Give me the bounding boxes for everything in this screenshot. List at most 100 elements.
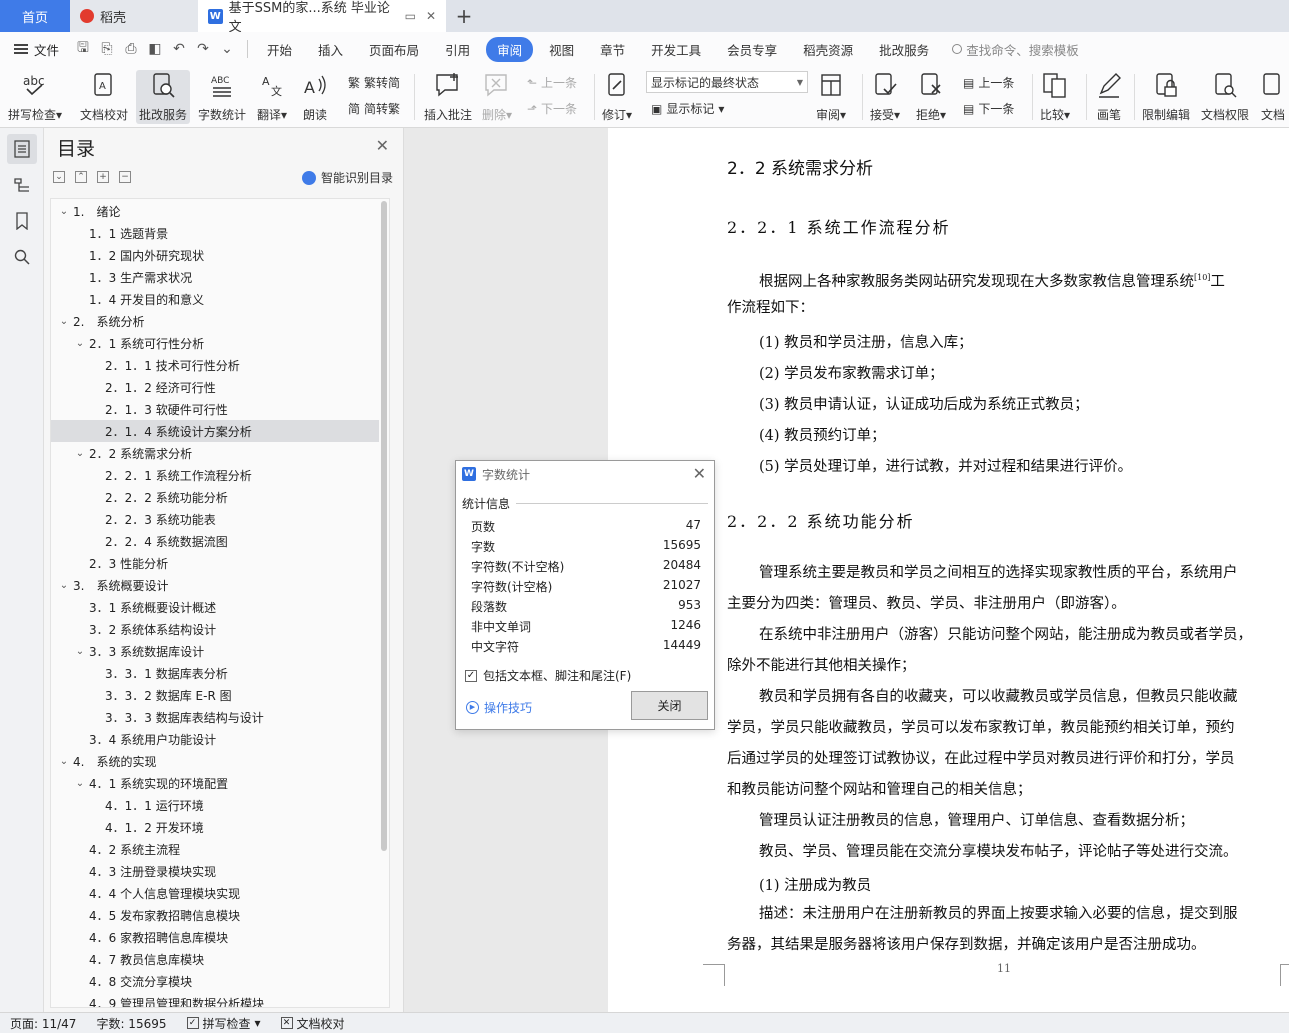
word-count-button[interactable]: ABC 字数统计 — [198, 70, 246, 123]
navigation-icon[interactable] — [7, 170, 37, 200]
tab-close-icon[interactable]: ✕ — [426, 9, 436, 23]
toc-item[interactable]: ⌄ 1. 绪论 — [51, 200, 389, 222]
tab-daoke[interactable]: 稻壳 — [70, 0, 198, 32]
toc-item[interactable]: 3．2 系统体系结构设计 — [51, 618, 389, 640]
toc-item[interactable]: 4．2 系统主流程 — [51, 838, 389, 860]
menu-item[interactable]: 引用 — [435, 37, 480, 62]
toc-item[interactable]: ⌄ 2．2 系统需求分析 — [51, 442, 389, 464]
toc-item[interactable]: 1．4 开发目的和意义 — [51, 288, 389, 310]
prev-comment-button[interactable]: ⬑ 上一条 — [527, 74, 577, 91]
remove-heading-icon[interactable]: − — [119, 171, 131, 183]
close-button[interactable]: 关闭 — [631, 691, 708, 720]
toc-item[interactable]: 2．2．3 系统功能表 — [51, 508, 389, 530]
simp-conv-button[interactable]: 简简转繁 — [348, 100, 400, 117]
menu-item[interactable]: 会员专享 — [717, 37, 787, 62]
chevron-down-icon[interactable]: ⌄ — [57, 580, 71, 591]
pen-button[interactable]: 画笔 — [1096, 70, 1122, 123]
toc-item[interactable]: 4．8 交流分享模块 — [51, 970, 389, 992]
doc-permission-button[interactable]: 文档权限 — [1201, 70, 1249, 123]
read-aloud-button[interactable]: A 朗读 — [302, 70, 328, 123]
toc-item[interactable]: 4．9 管理员管理和数据分析模块 — [51, 992, 389, 1008]
toc-item[interactable]: 2．2．4 系统数据流图 — [51, 530, 389, 552]
menu-item[interactable]: 审阅 — [486, 36, 534, 62]
next-comment-button[interactable]: ⬏ 下一条 — [527, 100, 577, 117]
markup-mode-select[interactable]: 显示标记的最终状态 ▼ — [646, 71, 808, 93]
toc-item[interactable]: 4．3 注册登录模块实现 — [51, 860, 389, 882]
preview-icon[interactable]: ◧ — [147, 41, 163, 57]
compare-button[interactable]: 比较▾ — [1040, 70, 1070, 123]
menu-item[interactable]: 开始 — [257, 37, 302, 62]
tab-restore-icon[interactable]: ▭ — [405, 9, 416, 23]
dialog-titlebar[interactable]: W 字数统计 ✕ — [456, 461, 714, 487]
toc-item[interactable]: 3．4 系统用户功能设计 — [51, 728, 389, 750]
expand-all-icon[interactable]: ⌃ — [75, 171, 87, 183]
translate-button[interactable]: A文 翻译▾ — [257, 70, 287, 123]
menu-item[interactable]: 插入 — [308, 37, 353, 62]
trad-conv-button[interactable]: 繁繁转简 — [348, 74, 400, 91]
toc-item[interactable]: ⌄ 3．3 系统数据库设计 — [51, 640, 389, 662]
toc-item[interactable]: ⌄ 4. 系统的实现 — [51, 750, 389, 772]
toc-item[interactable]: 4．7 教员信息库模块 — [51, 948, 389, 970]
toc-item[interactable]: 2．1．1 技术可行性分析 — [51, 354, 389, 376]
toc-panel-icon[interactable] — [6, 134, 37, 164]
file-menu[interactable]: 文件 — [0, 40, 69, 59]
toc-item[interactable]: 2．2．1 系统工作流程分析 — [51, 464, 389, 486]
toc-item[interactable]: 2．2．2 系统功能分析 — [51, 486, 389, 508]
export-icon[interactable]: ⎘ — [99, 41, 115, 57]
include-textbox-checkbox[interactable]: ✓ 包括文本框、脚注和尾注(F) — [465, 667, 631, 684]
show-markup-button[interactable]: ▣ 显示标记 ▾ — [651, 100, 724, 117]
insert-comment-button[interactable]: 插入批注 — [424, 70, 472, 123]
chevron-down-icon[interactable]: ⌄ — [57, 756, 71, 767]
toc-item[interactable]: 1．2 国内外研究现状 — [51, 244, 389, 266]
toc-item[interactable]: 3．3．2 数据库 E-R 图 — [51, 684, 389, 706]
toc-item[interactable]: 3．3．3 数据库表结构与设计 — [51, 706, 389, 728]
undo-icon[interactable]: ↶ — [171, 41, 187, 57]
toc-item[interactable]: ⌄ 4．1 系统实现的环境配置 — [51, 772, 389, 794]
chevron-down-icon[interactable]: ⌄ — [73, 448, 87, 459]
bookmark-icon[interactable] — [7, 206, 37, 236]
toc-item[interactable]: 4．5 发布家教招聘信息模块 — [51, 904, 389, 926]
new-tab-button[interactable]: + — [446, 0, 482, 32]
reject-button[interactable]: 拒绝▾ — [916, 70, 946, 123]
more-icon[interactable]: ⌄ — [219, 41, 235, 57]
citation-ref[interactable]: [10] — [1194, 273, 1210, 282]
menu-item[interactable]: 批改服务 — [869, 37, 939, 62]
doc-check-button[interactable]: A 文档校对 — [80, 70, 128, 123]
toc-item[interactable]: 2．1．3 软硬件可行性 — [51, 398, 389, 420]
chevron-down-icon[interactable]: ⌄ — [57, 206, 71, 217]
menu-item[interactable]: 稻壳资源 — [793, 37, 863, 62]
close-icon[interactable]: ✕ — [376, 136, 389, 155]
search-icon[interactable] — [7, 242, 37, 272]
revise-button[interactable]: 修订▾ — [602, 70, 632, 123]
toc-item[interactable]: 4．6 家教招聘信息库模块 — [51, 926, 389, 948]
spellcheck-status[interactable]: ✓ 拼写检查 ▾ — [177, 1015, 271, 1032]
word-count-indicator[interactable]: 字数: 15695 — [86, 1015, 176, 1032]
chevron-down-icon[interactable]: ⌄ — [73, 646, 87, 657]
tips-link[interactable]: ▶ 操作技巧 — [466, 699, 532, 716]
toc-item[interactable]: 4．1．2 开发环境 — [51, 816, 389, 838]
correct-service-button[interactable]: 批改服务 — [136, 70, 191, 124]
prev-change-button[interactable]: ▤ 上一条 — [963, 74, 1014, 91]
accept-button[interactable]: 接受▾ — [870, 70, 900, 123]
command-search[interactable]: 查找命令、搜索模板 — [952, 40, 1079, 59]
add-heading-icon[interactable]: + — [97, 171, 109, 183]
proofread-status[interactable]: ✕ 文档校对 — [271, 1015, 355, 1032]
toc-item[interactable]: 3．3．1 数据库表分析 — [51, 662, 389, 684]
review-pane-button[interactable]: 审阅▾ — [816, 70, 846, 123]
redo-icon[interactable]: ↷ — [195, 41, 211, 57]
close-icon[interactable]: ✕ — [693, 464, 706, 483]
menu-item[interactable]: 开发工具 — [641, 37, 711, 62]
toc-item[interactable]: 1．3 生产需求状况 — [51, 266, 389, 288]
toc-item[interactable]: 2．1．4 系统设计方案分析 — [51, 420, 379, 442]
toc-item[interactable]: 4．1．1 运行环境 — [51, 794, 389, 816]
restrict-edit-button[interactable]: 限制编辑 — [1142, 70, 1190, 123]
toc-item[interactable]: ⌄ 2．1 系统可行性分析 — [51, 332, 389, 354]
page-indicator[interactable]: 页面: 11/47 — [0, 1015, 86, 1032]
toc-item[interactable]: 3．1 系统概要设计概述 — [51, 596, 389, 618]
delete-comment-button[interactable]: 删除▾ — [482, 70, 512, 123]
collapse-all-icon[interactable]: ⌄ — [53, 171, 65, 183]
spellcheck-button[interactable]: abc 拼写检查▾ — [8, 70, 62, 123]
toc-item[interactable]: 2．3 性能分析 — [51, 552, 389, 574]
chevron-down-icon[interactable]: ⌄ — [73, 338, 87, 349]
save-icon[interactable]: 🖫 — [75, 37, 91, 61]
